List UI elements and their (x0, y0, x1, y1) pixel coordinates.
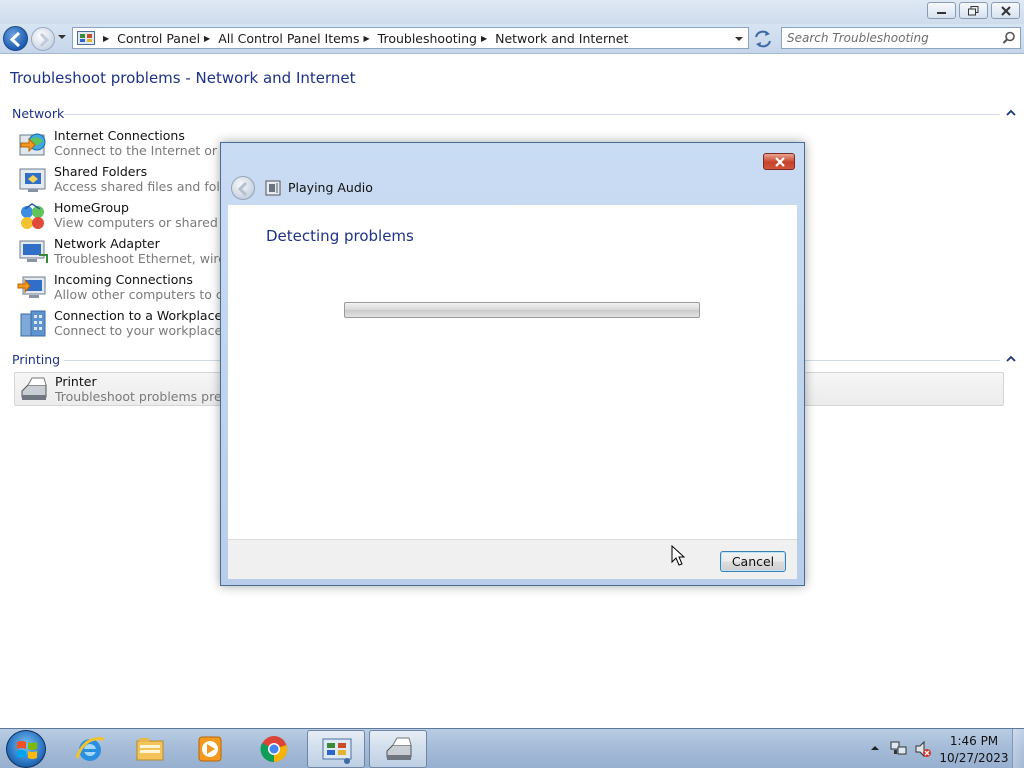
breadcrumb-troubleshooting[interactable]: Troubleshooting (378, 31, 477, 46)
printer-troubleshooter-icon (386, 737, 412, 760)
detecting-heading: Detecting problems (266, 227, 414, 245)
breadcrumb-network-and-internet[interactable]: Network and Internet (495, 31, 628, 46)
progress-bar (344, 302, 700, 318)
breadcrumb-separator-icon[interactable]: ▶ (204, 34, 210, 43)
taskbar-media-player[interactable] (181, 730, 239, 768)
address-bar[interactable]: ▶ Control Panel ▶ All Control Panel Item… (72, 27, 749, 49)
network-status-icon[interactable] (890, 741, 908, 757)
group-divider (64, 114, 1000, 115)
dialog-back-button[interactable] (231, 176, 255, 200)
cancel-button[interactable]: Cancel (720, 551, 786, 572)
address-dropdown-icon[interactable] (734, 35, 744, 43)
breadcrumb-separator-icon[interactable]: ▶ (103, 34, 109, 43)
breadcrumb-separator-icon[interactable]: ▶ (364, 34, 370, 43)
restore-button[interactable] (959, 2, 988, 19)
media-player-icon (198, 736, 222, 762)
start-button[interactable] (6, 730, 46, 768)
taskbar-internet-explorer[interactable] (61, 730, 119, 768)
workplace-connection-icon (20, 310, 46, 337)
printer-icon (21, 377, 47, 400)
homegroup-icon (21, 203, 44, 229)
item-title: Incoming Connections (54, 272, 193, 287)
navigation-bar: ▶ Control Panel ▶ All Control Panel Item… (0, 24, 1024, 54)
show-hidden-icons-icon[interactable] (870, 744, 880, 752)
collapse-network-icon[interactable] (1006, 109, 1016, 117)
group-header-printing: Printing (12, 352, 61, 367)
clock-time[interactable]: 1:46 PM (944, 734, 1004, 748)
control-panel-icon (322, 738, 352, 764)
group-header-network: Network (12, 106, 65, 121)
search-box[interactable] (781, 27, 1021, 49)
arrow-left-icon (237, 181, 248, 197)
page-title: Troubleshoot problems - Network and Inte… (10, 69, 356, 87)
dialog-content: Detecting problems (228, 205, 797, 539)
item-title: Shared Folders (54, 164, 148, 179)
item-title: Printer (55, 374, 97, 389)
close-window-button[interactable] (991, 2, 1020, 19)
breadcrumb-control-panel[interactable]: Control Panel (117, 31, 200, 46)
window-titlebar (0, 0, 1024, 24)
forward-button[interactable] (31, 27, 55, 51)
clock-date[interactable]: 10/27/2023 (938, 751, 1010, 765)
recent-pages-dropdown-icon[interactable] (57, 33, 67, 41)
internet-explorer-icon (75, 737, 105, 761)
breadcrumb-all-control-panel-items[interactable]: All Control Panel Items (218, 31, 359, 46)
taskbar-control-panel[interactable] (307, 730, 365, 768)
dialog-title: Playing Audio (288, 180, 373, 195)
chrome-icon (260, 736, 288, 763)
arrow-right-icon (39, 32, 50, 48)
taskbar-chrome[interactable] (245, 730, 303, 768)
search-input[interactable] (782, 28, 992, 48)
mouse-pointer-icon (671, 545, 685, 566)
taskbar-file-explorer[interactable] (121, 730, 179, 768)
refresh-icon[interactable] (752, 29, 774, 49)
windows-logo-icon (17, 741, 37, 759)
show-desktop-button[interactable] (1012, 729, 1024, 768)
back-button[interactable] (3, 26, 28, 51)
arrow-left-icon (9, 31, 21, 48)
internet-connections-icon (19, 133, 46, 156)
item-title: HomeGroup (54, 200, 129, 215)
close-icon (775, 157, 785, 167)
breadcrumb-separator-icon[interactable]: ▶ (481, 34, 487, 43)
network-adapter-icon (19, 240, 48, 263)
taskbar: 1:46 PM 10/27/2023 (0, 728, 1024, 768)
taskbar-printer-troubleshooter[interactable] (369, 730, 427, 768)
item-title: Network Adapter (54, 236, 160, 251)
minimize-button[interactable] (927, 2, 956, 19)
search-icon[interactable] (1002, 31, 1016, 45)
troubleshooter-app-icon (265, 180, 281, 196)
item-title: Internet Connections (54, 128, 185, 143)
collapse-printing-icon[interactable] (1006, 355, 1016, 363)
dialog-footer: Cancel (228, 539, 797, 579)
volume-muted-icon[interactable] (914, 740, 932, 758)
file-explorer-icon (136, 738, 164, 761)
dialog-close-button[interactable] (763, 153, 795, 170)
incoming-connections-icon (17, 276, 46, 298)
shared-folders-icon (19, 168, 46, 192)
control-panel-icon (77, 31, 95, 45)
troubleshooter-dialog: Playing Audio Detecting problems Cancel (220, 142, 805, 586)
